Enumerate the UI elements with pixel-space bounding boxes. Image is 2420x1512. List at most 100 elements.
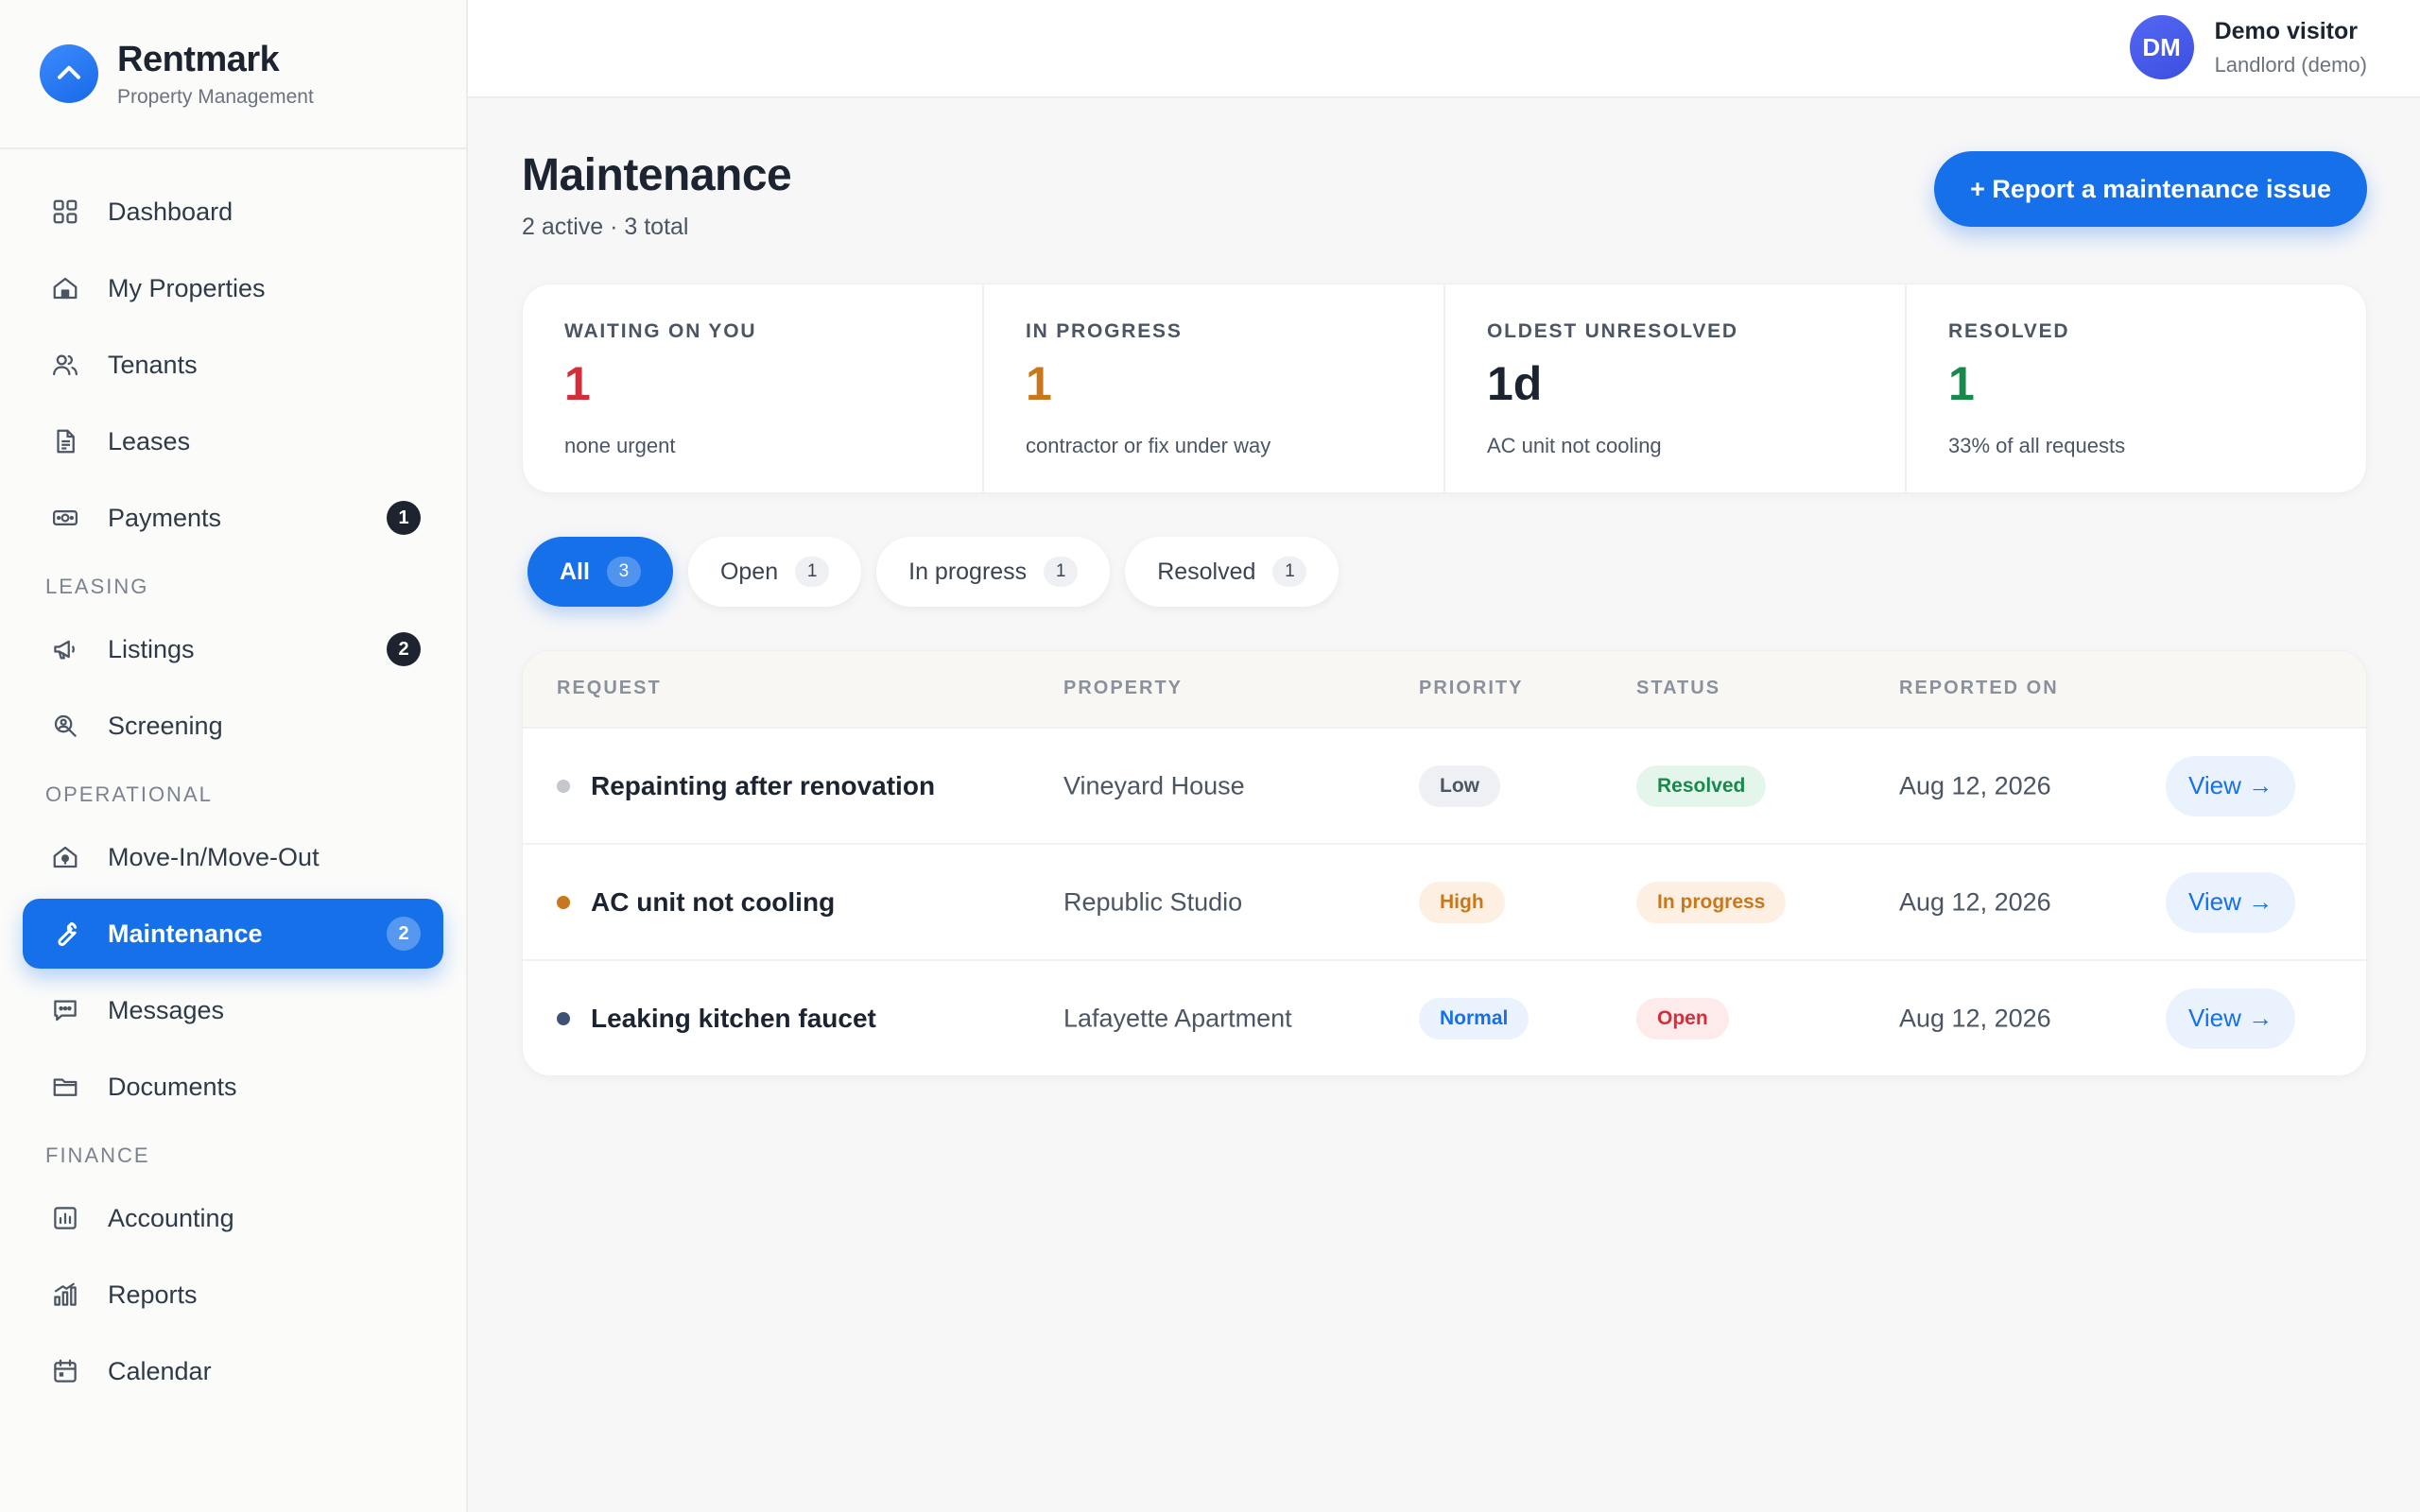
stat-value: 1 [1948,357,1975,410]
tab-count: 1 [1044,557,1079,587]
money-icon [49,502,81,534]
stat-in-progress: IN PROGRESS 1 contractor or fix under wa… [984,284,1445,492]
sidebar-item-payments[interactable]: Payments 1 [23,483,443,553]
property-name: Republic Studio [1063,887,1243,916]
stat-value: 1 [564,357,591,410]
sidebar-item-label: Messages [108,995,225,1024]
listings-count-badge: 2 [387,632,421,666]
sidebar-item-label: Dashboard [108,197,233,226]
sidebar-item-label: Documents [108,1072,237,1101]
user-role: Landlord (demo) [2214,52,2367,77]
sidebar-item-label: Listings [108,634,195,663]
house-key-icon [49,841,81,873]
sidebar-item-label: Screening [108,711,223,740]
stat-label: IN PROGRESS [1026,320,1183,342]
home-icon [49,272,81,304]
nav-section-finance: FINANCE [45,1143,150,1167]
users-icon [49,349,81,381]
payments-count-badge: 1 [387,501,421,535]
maintenance-table: REQUEST PROPERTY PRIORITY STATUS REPORTE… [522,650,2367,1076]
sidebar-item-label: Payments [108,503,222,532]
calendar-icon [49,1355,81,1387]
sidebar-item-label: Maintenance [108,919,263,948]
stat-note: AC unit not cooling [1487,434,1662,457]
property-name: Vineyard House [1063,771,1245,799]
header-reported-on: REPORTED ON [1899,678,2059,698]
view-button[interactable]: View → [2166,988,2296,1049]
reported-date: Aug 12, 2026 [1899,887,2051,916]
bar-chart-icon [49,1279,81,1311]
brand-name: Rentmark [117,39,280,79]
sidebar-item-maintenance[interactable]: Maintenance 2 [23,899,443,969]
tab-count: 3 [606,557,641,587]
table-row[interactable]: Leaking kitchen faucet Lafayette Apartme… [523,959,2366,1075]
nav-section-operational: OPERATIONAL [45,782,213,806]
request-title[interactable]: Leaking kitchen faucet [591,1004,876,1034]
tab-in-progress[interactable]: In progress 1 [876,537,1111,607]
topbar: DM Demo visitor Landlord (demo) [468,0,2420,98]
stat-oldest-unresolved: OLDEST UNRESOLVED 1d AC unit not cooling [1445,284,1907,492]
page-title: Maintenance [522,150,792,200]
tab-open[interactable]: Open 1 [687,537,862,607]
status-badge: Resolved [1636,765,1767,807]
ledger-icon [49,1202,81,1234]
sidebar-item-label: Calendar [108,1356,212,1385]
table-row[interactable]: Repainting after renovation Vineyard Hou… [523,727,2366,843]
reported-date: Aug 12, 2026 [1899,1004,2051,1032]
priority-badge: Normal [1419,997,1530,1040]
wrench-icon [49,918,81,950]
tab-count: 1 [1272,557,1307,587]
rentmark-logo-icon [40,44,98,103]
status-badge: Open [1636,997,1729,1040]
request-title[interactable]: AC unit not cooling [591,887,835,918]
sidebar-item-label: Leases [108,426,191,455]
sidebar-item-dashboard[interactable]: Dashboard [23,177,443,247]
stat-label: RESOLVED [1948,320,2070,342]
tab-all[interactable]: All 3 [527,537,673,607]
sidebar-item-messages[interactable]: Messages [23,975,443,1045]
sidebar-item-calendar[interactable]: Calendar [23,1336,443,1406]
sidebar-item-listings[interactable]: Listings 2 [23,614,443,684]
sidebar-item-move-in-move-out[interactable]: Move-In/Move-Out [23,822,443,892]
report-issue-button[interactable]: + Report a maintenance issue [1934,151,2367,227]
header-property: PROPERTY [1063,678,1184,698]
sidebar-item-accounting[interactable]: Accounting [23,1183,443,1253]
sidebar-item-leases[interactable]: Leases [23,406,443,476]
reported-date: Aug 12, 2026 [1899,771,2051,799]
sidebar-item-label: Tenants [108,350,198,379]
avatar[interactable]: DM [2129,15,2194,79]
table-header: REQUEST PROPERTY PRIORITY STATUS REPORTE… [523,651,2366,727]
property-name: Lafayette Apartment [1063,1004,1292,1032]
filter-tabs: All 3 Open 1 In progress 1 Resolved 1 [527,537,1354,607]
stat-value: 1 [1026,357,1052,410]
message-icon [49,994,81,1026]
sidebar-item-label: My Properties [108,273,266,302]
brand[interactable]: Rentmark Property Management [0,0,466,149]
tab-count: 1 [795,557,830,587]
request-title[interactable]: Repainting after renovation [591,771,935,801]
stat-note: none urgent [564,434,676,457]
stat-waiting-on-you: WAITING ON YOU 1 none urgent [523,284,984,492]
brand-subtitle: Property Management [117,85,314,108]
tab-label: Open [719,558,779,585]
sidebar-item-reports[interactable]: Reports [23,1260,443,1330]
page-subtitle: 2 active · 3 total [522,214,689,240]
tab-label: Resolved [1157,558,1256,585]
tab-resolved[interactable]: Resolved 1 [1125,537,1340,607]
table-row[interactable]: AC unit not cooling Republic Studio High… [523,843,2366,959]
sidebar-item-label: Move-In/Move-Out [108,842,320,871]
status-dot [557,1011,570,1025]
user-name: Demo visitor [2214,17,2358,44]
sidebar-item-screening[interactable]: Screening [23,691,443,761]
stats-panel: WAITING ON YOU 1 none urgent IN PROGRESS… [522,284,2367,493]
view-button[interactable]: View → [2166,755,2296,816]
tab-label: In progress [908,558,1028,585]
sidebar-item-tenants[interactable]: Tenants [23,330,443,400]
priority-badge: Low [1419,765,1500,807]
user-menu[interactable]: DM Demo visitor Landlord (demo) [2129,15,2367,79]
sidebar-item-documents[interactable]: Documents [23,1052,443,1122]
sidebar-item-label: Accounting [108,1203,234,1232]
sidebar-item-my-properties[interactable]: My Properties [23,253,443,323]
view-button[interactable]: View → [2166,871,2296,933]
folder-icon [49,1071,81,1103]
